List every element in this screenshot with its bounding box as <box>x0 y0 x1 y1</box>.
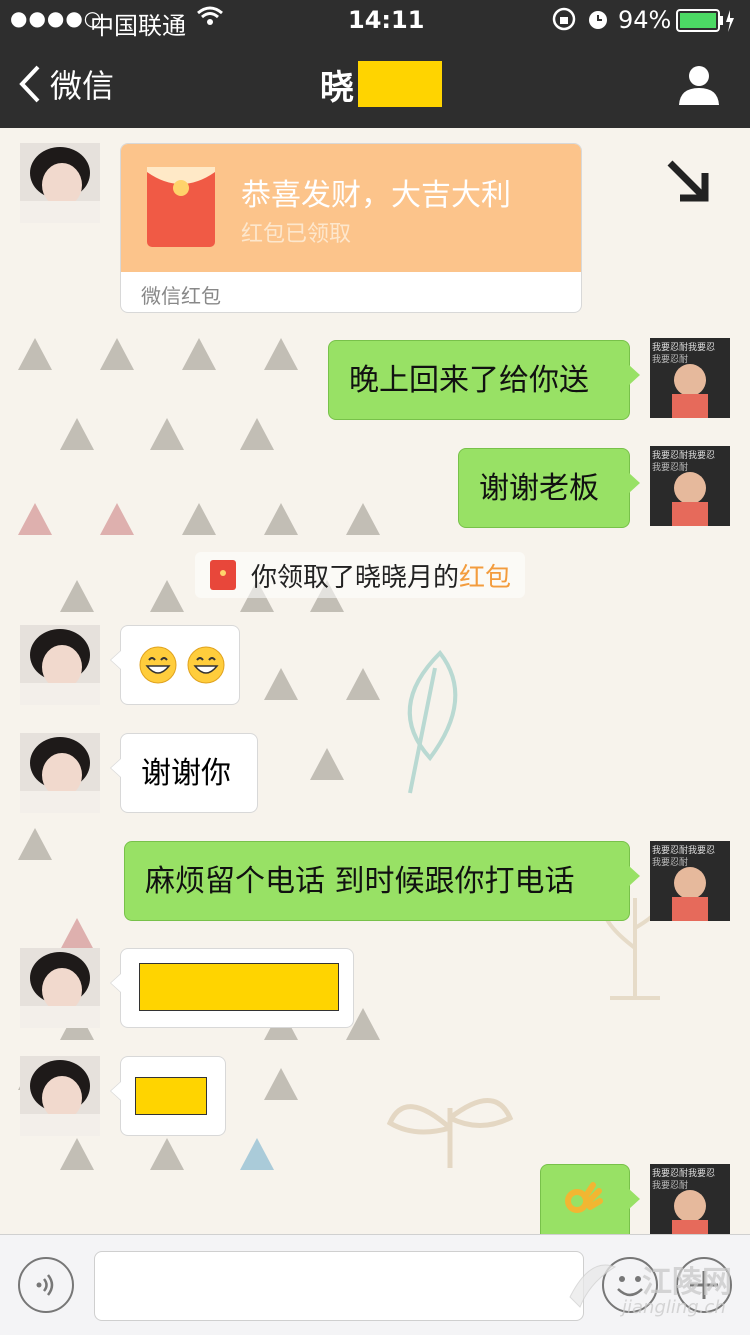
red-packet-link[interactable]: 红包 <box>459 557 511 594</box>
redaction-block <box>139 963 339 1011</box>
sprout-doodle <box>386 1098 514 1168</box>
status-bar: ●●●●○ 中国联通 14:11 94% <box>0 0 750 40</box>
voice-icon <box>36 1274 54 1296</box>
signal-icon: ●●●●○ <box>10 6 103 30</box>
message-text: 谢谢你 <box>141 756 231 791</box>
message-bubble-sent[interactable]: 麻烦留个电话 到时候跟你打电话 <box>124 841 640 921</box>
chevron-left-icon <box>19 65 40 103</box>
contact-avatar[interactable] <box>20 143 100 223</box>
message-input[interactable] <box>94 1251 584 1321</box>
ok-hand-emoji-icon <box>565 1182 603 1213</box>
chat-title: 晓 <box>320 58 442 110</box>
svg-text:我要忍耐我要忍: 我要忍耐我要忍 <box>652 1167 715 1179</box>
system-notice-text: 你领取了晓晓月的 <box>251 562 460 593</box>
contact-avatar[interactable] <box>20 625 100 705</box>
message-bubble-received[interactable] <box>110 948 354 1028</box>
red-packet-body: 恭喜发财，大吉大利 红包已领取 <box>121 144 581 272</box>
svg-text:我要忍耐: 我要忍耐 <box>652 1179 688 1191</box>
avatar-caption: 我要忍耐我要忍 <box>652 341 715 353</box>
message-bubble-sent[interactable]: 谢谢老板 <box>458 448 640 528</box>
watermark-name: 江陵网 <box>642 1265 732 1300</box>
message-bubble-sent[interactable]: 晚上回来了给你送 <box>328 340 640 420</box>
red-packet-title: 恭喜发财，大吉大利 <box>241 178 511 213</box>
grin-emoji-icon <box>139 646 177 683</box>
message-bubble-sent[interactable] <box>540 1164 640 1234</box>
contact-avatar[interactable] <box>20 1056 100 1136</box>
red-envelope-icon <box>147 167 215 247</box>
svg-text:我要忍耐: 我要忍耐 <box>652 353 688 365</box>
message-bubble-received[interactable] <box>110 625 240 705</box>
message-bubble-received[interactable] <box>110 1056 226 1136</box>
red-packet-message[interactable]: 恭喜发财，大吉大利 红包已领取 微信红包 <box>120 143 582 313</box>
message-text: 晚上回来了给你送 <box>349 363 589 398</box>
red-packet-footer: 微信红包 <box>141 284 221 308</box>
person-icon <box>679 66 719 105</box>
svg-text:我要忍耐: 我要忍耐 <box>652 461 688 473</box>
message-text: 麻烦留个电话 到时候跟你打电话 <box>145 864 575 899</box>
chat-history[interactable]: 恭喜发财，大吉大利 红包已领取 微信红包 晚上回来了给你送 我要忍耐我要忍 我要忍… <box>0 128 750 1234</box>
chat-title-text: 晓 <box>320 67 354 108</box>
battery-icon <box>676 8 736 40</box>
rotation-lock-icon <box>552 6 576 38</box>
message-text: 谢谢老板 <box>479 471 599 506</box>
watermark-url: jiangling.ch <box>622 1297 726 1318</box>
arrow-doodle <box>667 160 709 202</box>
profile-button[interactable] <box>676 64 722 110</box>
input-bar: 江陵网 jiangling.ch <box>0 1234 750 1335</box>
my-avatar[interactable]: 我要忍耐我要忍 我要忍耐 <box>650 446 730 526</box>
contact-avatar[interactable] <box>20 733 100 813</box>
navigation-bar: 微信 晓 <box>0 40 750 128</box>
site-watermark: 江陵网 jiangling.ch <box>560 1243 740 1331</box>
message-bubble-received[interactable]: 谢谢你 <box>110 733 258 813</box>
red-envelope-icon <box>210 560 236 590</box>
alarm-icon <box>586 6 610 38</box>
clock-time: 14:11 <box>348 6 425 34</box>
battery-percent: 94% <box>618 6 672 34</box>
svg-text:我要忍耐我要忍: 我要忍耐我要忍 <box>652 844 715 856</box>
back-label: 微信 <box>50 67 115 105</box>
site-logo-icon <box>569 1264 617 1308</box>
voice-button[interactable] <box>18 1257 74 1313</box>
contact-avatar[interactable] <box>20 948 100 1028</box>
back-button[interactable]: 微信 <box>18 62 114 106</box>
svg-text:我要忍耐我要忍: 我要忍耐我要忍 <box>652 449 715 461</box>
redaction-block <box>358 61 442 107</box>
leaf-doodle <box>407 649 458 794</box>
my-avatar[interactable]: 我要忍耐我要忍 我要忍耐 <box>650 841 730 921</box>
svg-text:我要忍耐: 我要忍耐 <box>652 856 688 868</box>
my-avatar[interactable]: 我要忍耐我要忍 我要忍耐 <box>650 338 730 418</box>
my-avatar[interactable]: 我要忍耐我要忍 我要忍耐 <box>650 1164 730 1234</box>
system-notice: 你领取了晓晓月的 红包 <box>195 552 526 598</box>
grin-emoji-icon <box>187 646 225 683</box>
carrier-label: 中国联通 <box>90 12 186 40</box>
wifi-icon <box>196 4 224 34</box>
red-packet-status: 红包已领取 <box>241 222 352 247</box>
redaction-block <box>135 1077 207 1115</box>
